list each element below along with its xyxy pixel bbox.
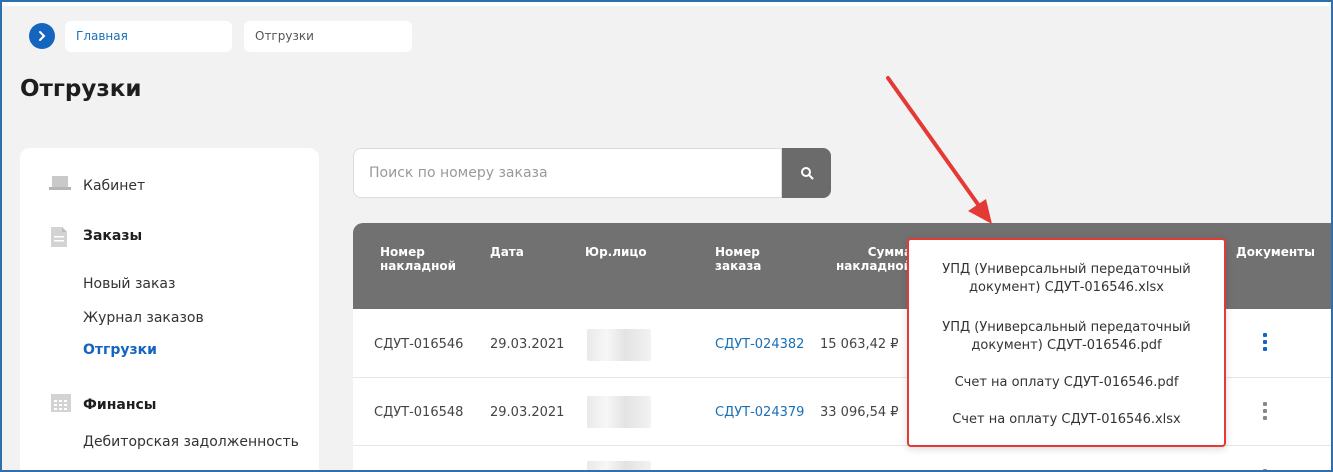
- documents-dropdown: УПД (Универсальный передаточный документ…: [907, 238, 1226, 447]
- redacted-legal-entity: [587, 461, 651, 470]
- sidebar-item-order-log[interactable]: Журнал заказов: [83, 310, 204, 326]
- document-upd-xlsx[interactable]: УПД (Универсальный передаточный документ…: [909, 261, 1224, 297]
- documents-menu-button[interactable]: [1263, 402, 1267, 420]
- breadcrumb-current: Отгрузки: [244, 21, 412, 52]
- sidebar-item-receivables[interactable]: Дебиторская задолженность: [83, 434, 299, 450]
- sidebar-heading-orders[interactable]: Заказы: [83, 228, 142, 244]
- invoice-number: СДУТ-016546: [374, 337, 464, 352]
- sidebar-heading-finance[interactable]: Финансы: [83, 397, 156, 413]
- document-invoice-xlsx[interactable]: Счет на оплату СДУТ-016546.xlsx: [909, 411, 1224, 429]
- sidebar-item-cabinet[interactable]: Кабинет: [83, 178, 145, 194]
- sidebar-toggle-button[interactable]: [29, 23, 55, 49]
- sidebar: Кабинет Заказы Новый заказ Журнал заказо…: [20, 148, 319, 470]
- documents-menu-button[interactable]: [1263, 333, 1267, 351]
- calculator-icon: [51, 394, 71, 412]
- page-title: Отгрузки: [20, 76, 142, 102]
- invoice-date: 29.03.2021: [490, 405, 565, 420]
- sidebar-item-new-order[interactable]: Новый заказ: [83, 276, 175, 292]
- sidebar-item-shipments[interactable]: Отгрузки: [83, 342, 157, 358]
- app-window: Главная Отгрузки Отгрузки Кабинет Заказы…: [0, 0, 1333, 472]
- column-header-invoice: Номер накладной: [380, 245, 457, 273]
- breadcrumb-home[interactable]: Главная: [65, 21, 232, 52]
- search-button[interactable]: [782, 148, 831, 198]
- laptop-icon: [49, 176, 71, 190]
- redacted-legal-entity: [587, 396, 651, 428]
- order-link[interactable]: СДУТ-024379: [715, 405, 804, 420]
- top-strip: [2, 2, 1331, 6]
- invoice-number: СДУТ-016548: [374, 405, 464, 420]
- document-upd-pdf[interactable]: УПД (Универсальный передаточный документ…: [909, 319, 1224, 355]
- column-header-date: Дата: [490, 245, 524, 259]
- redacted-legal-entity: [587, 329, 651, 361]
- search-input[interactable]: [353, 148, 782, 198]
- invoice-sum: 15 063,42 ₽: [820, 337, 899, 352]
- order-link[interactable]: СДУТ-024382: [715, 337, 804, 352]
- document-icon: [51, 227, 67, 247]
- invoice-date: 29.03.2021: [490, 337, 565, 352]
- column-header-sum: Сумма накладной: [836, 245, 913, 273]
- invoice-sum: 33 096,54 ₽: [820, 405, 899, 420]
- column-header-order: Номер заказа: [715, 245, 762, 273]
- column-header-legal-entity: Юр.лицо: [585, 245, 647, 259]
- search-icon: [800, 167, 813, 180]
- column-header-documents: Документы: [1236, 245, 1315, 259]
- document-invoice-pdf[interactable]: Счет на оплату СДУТ-016546.pdf: [909, 374, 1224, 392]
- chevron-right-icon: [39, 31, 46, 41]
